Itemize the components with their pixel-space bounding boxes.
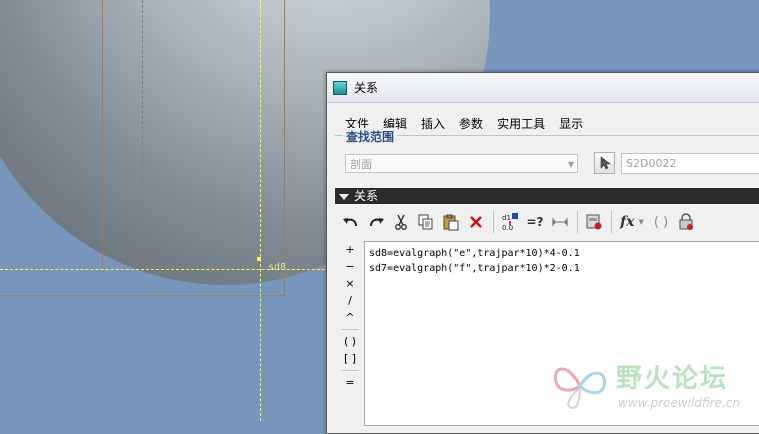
toolbar-separator — [493, 211, 494, 233]
svg-text:0.0: 0.0 — [502, 224, 513, 232]
scope-select[interactable]: 剖面 ▼ — [345, 154, 578, 173]
sort-icon[interactable] — [548, 210, 572, 234]
evaluate-icon[interactable]: =? — [523, 210, 547, 234]
scope-value: 剖面 — [350, 158, 372, 171]
insert-function-icon[interactable]: fx ▼ — [616, 210, 648, 234]
select-pointer-button[interactable] — [594, 152, 615, 174]
relations-section-title: 关系 — [354, 189, 379, 203]
watermark-text: 野火论坛 — [616, 364, 729, 394]
operator-palette: + − × / ^ ( ) [ ] = — [339, 241, 361, 421]
display-dims-icon[interactable]: d1 0.0 — [498, 210, 522, 234]
look-in-group: 查找范围 剖面 ▼ S2D0022 — [335, 128, 759, 188]
operator-parentheses-button[interactable]: ( ) — [339, 333, 361, 350]
menu-utilities[interactable]: 实用工具 — [497, 115, 545, 132]
parentheses-icon[interactable]: ( ) — [649, 210, 673, 234]
paste-icon[interactable] — [439, 210, 463, 234]
collapse-triangle-icon — [339, 193, 349, 200]
operator-multiply-button[interactable]: × — [339, 275, 361, 292]
look-in-title: 查找范围 — [343, 128, 398, 145]
menu-display[interactable]: 显示 — [559, 115, 583, 132]
watermark-url: www.proewildfire.cn — [618, 396, 740, 410]
dimension-handle[interactable] — [257, 257, 261, 261]
copy-icon[interactable] — [414, 210, 438, 234]
toolbar-separator — [577, 211, 578, 233]
chevron-down-icon: ▼ — [567, 160, 574, 169]
app-icon — [333, 80, 347, 95]
dimension-label-sd8[interactable]: sd8 — [268, 262, 286, 273]
watermark: 野火论坛 www.proewildfire.cn — [550, 356, 759, 416]
trajectory-line — [260, 0, 261, 421]
verify-icon[interactable] — [582, 210, 606, 234]
centerline — [142, 0, 143, 270]
pointer-icon — [600, 156, 611, 170]
redo-icon[interactable] — [364, 210, 388, 234]
feature-field[interactable]: S2D0022 — [621, 153, 759, 174]
operator-power-button[interactable]: ^ — [339, 309, 361, 326]
cut-icon[interactable] — [389, 210, 413, 234]
evaluate-glyph: =? — [526, 215, 544, 229]
dialog-title: 关系 — [354, 81, 379, 95]
undo-icon[interactable] — [339, 210, 363, 234]
operator-brackets-button[interactable]: [ ] — [339, 350, 361, 367]
menu-parameters[interactable]: 参数 — [459, 115, 483, 132]
operator-plus-button[interactable]: + — [339, 241, 361, 258]
relation-line[interactable]: sd8=evalgraph("e",trajpar*10)*4-0.1 — [369, 248, 759, 263]
butterfly-logo-icon — [553, 367, 607, 409]
relations-section-header[interactable]: 关系 — [335, 188, 759, 204]
operator-separator — [341, 329, 359, 330]
section-frame-right — [284, 0, 285, 296]
toolbar-separator — [611, 211, 612, 233]
operator-minus-button[interactable]: − — [339, 258, 361, 275]
svg-text:d1: d1 — [502, 214, 511, 222]
operator-divide-button[interactable]: / — [339, 292, 361, 309]
function-glyph: fx — [620, 214, 635, 230]
menu-insert[interactable]: 插入 — [421, 115, 445, 132]
section-frame-bottom — [0, 295, 285, 296]
chevron-down-icon: ▼ — [638, 218, 644, 226]
dialog-titlebar[interactable]: 关系 — [327, 73, 759, 103]
relation-line[interactable]: sd7=evalgraph("f",trajpar*10)*2-0.1 — [369, 263, 759, 278]
relations-toolbar: d1 0.0 =? fx ▼ ( ) — [339, 207, 759, 237]
delete-icon[interactable] — [464, 210, 488, 234]
section-frame-left — [102, 0, 103, 270]
operator-equals-button[interactable]: = — [339, 374, 361, 391]
lock-icon[interactable] — [674, 210, 698, 234]
operator-separator — [341, 370, 359, 371]
parentheses-glyph: ( ) — [653, 214, 669, 230]
